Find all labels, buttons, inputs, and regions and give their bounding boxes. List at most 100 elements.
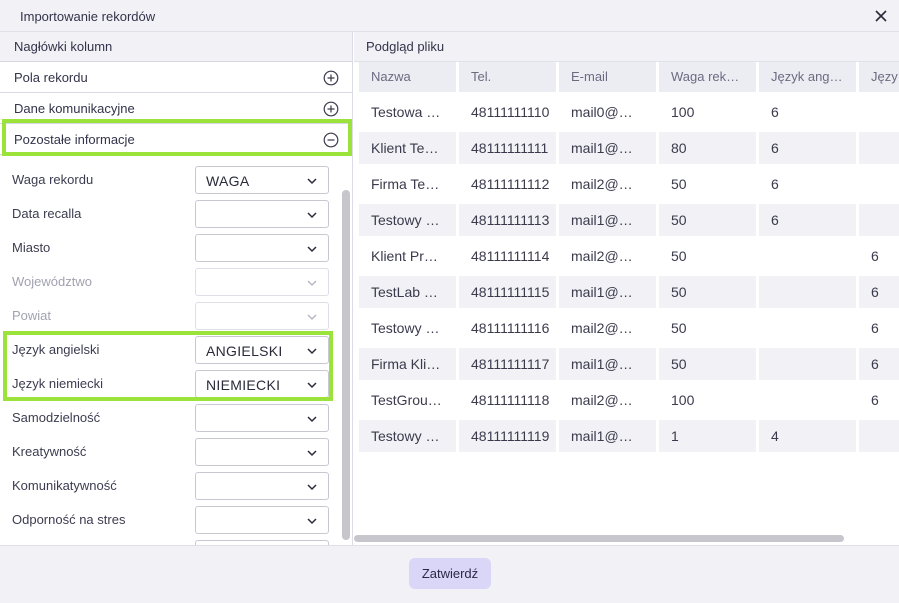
- field-mapping-row: Miasto: [0, 230, 340, 264]
- column-header[interactable]: E-mail: [559, 62, 656, 92]
- column-header[interactable]: Tel.: [459, 62, 556, 92]
- table-cell: 48111111116: [459, 312, 556, 344]
- field-label: Język angielski: [12, 342, 100, 357]
- table-cell: mail2@…: [559, 384, 656, 416]
- field-label: Język niemiecki: [12, 376, 104, 391]
- table-cell: [759, 240, 856, 272]
- table-cell: [859, 204, 899, 236]
- confirm-button[interactable]: Zatwierdź: [409, 558, 491, 589]
- column-header[interactable]: Nazwa: [359, 62, 456, 92]
- table-cell: 50: [659, 240, 756, 272]
- column-headers-panel: Nagłówki kolumn Pola rekordu Dane komuni…: [0, 32, 353, 545]
- table-cell: 48111111118: [459, 384, 556, 416]
- table-cell: [859, 168, 899, 200]
- table-cell: 6: [859, 240, 899, 272]
- import-records-dialog: Importowanie rekordów Nagłówki kolumn Po…: [0, 0, 899, 603]
- table-cell: [759, 384, 856, 416]
- section-label: Pola rekordu: [14, 70, 88, 85]
- column-header[interactable]: Waga rek…: [659, 62, 756, 92]
- chevron-down-icon: [307, 178, 317, 185]
- table-cell: 48111111115: [459, 276, 556, 308]
- column-select[interactable]: [195, 404, 329, 432]
- table-cell: Klient Te…: [359, 132, 456, 164]
- column-header[interactable]: Języ: [859, 62, 899, 92]
- table-cell: Testowy …: [359, 312, 456, 344]
- expand-plus-icon[interactable]: [323, 101, 339, 117]
- table-cell: 48111111117: [459, 348, 556, 380]
- close-icon[interactable]: [871, 6, 891, 26]
- column-select[interactable]: ANGIELSKI: [195, 336, 329, 364]
- table-cell: TestGrou…: [359, 384, 456, 416]
- section-record-fields[interactable]: Pola rekordu: [0, 62, 352, 93]
- column-select[interactable]: [195, 506, 329, 534]
- table-cell: [859, 96, 899, 128]
- table-cell: Klient Pr…: [359, 240, 456, 272]
- column-select[interactable]: [195, 472, 329, 500]
- table-cell: 80: [659, 132, 756, 164]
- table-cell: 48111111113: [459, 204, 556, 236]
- field-label: Data recalla: [12, 206, 82, 221]
- table-cell: Firma Te…: [359, 168, 456, 200]
- table-cell: 48111111114: [459, 240, 556, 272]
- table-cell: Testowy …: [359, 204, 456, 236]
- field-mapping-row: Powiat: [0, 298, 340, 332]
- table-cell: Firma Kli…: [359, 348, 456, 380]
- vertical-scrollbar[interactable]: [342, 190, 350, 540]
- expand-plus-icon[interactable]: [323, 70, 339, 86]
- field-label: Powiat: [12, 308, 52, 323]
- column-select[interactable]: [195, 200, 329, 228]
- field-mapping-row: Odporność na stres: [0, 502, 340, 536]
- chevron-down-icon: [307, 348, 317, 355]
- table-cell: 100: [659, 384, 756, 416]
- field-label: Kreatywność: [12, 444, 87, 459]
- chevron-down-icon: [307, 280, 317, 287]
- table-cell: 48111111112: [459, 168, 556, 200]
- table-cell: Testowa …: [359, 96, 456, 128]
- table-cell: mail1@…: [559, 132, 656, 164]
- dialog-title: Importowanie rekordów: [20, 9, 156, 24]
- table-cell: 48111111110: [459, 96, 556, 128]
- chevron-down-icon: [307, 450, 317, 457]
- table-cell: [759, 348, 856, 380]
- table-cell: 6: [759, 204, 856, 236]
- column-select[interactable]: [195, 234, 329, 262]
- table-cell: 6: [859, 312, 899, 344]
- horizontal-scrollbar[interactable]: [354, 535, 844, 542]
- column-select[interactable]: [195, 438, 329, 466]
- table-cell: 50: [659, 276, 756, 308]
- table-cell: 6: [859, 276, 899, 308]
- column-select[interactable]: NIEMIECKI: [195, 370, 329, 398]
- collapse-minus-icon[interactable]: [323, 132, 339, 148]
- table-cell: 1: [659, 420, 756, 452]
- section-communication-data[interactable]: Dane komunikacyjne: [0, 93, 352, 124]
- selected-column-value: ANGIELSKI: [206, 343, 283, 359]
- table-cell: 100: [659, 96, 756, 128]
- field-mapping-row: Data recalla: [0, 196, 340, 230]
- table-cell: mail0@…: [559, 96, 656, 128]
- column-select: [195, 268, 329, 296]
- chevron-down-icon: [307, 246, 317, 253]
- selected-column-value: NIEMIECKI: [206, 377, 281, 393]
- column-headers-title: Nagłówki kolumn: [14, 39, 113, 54]
- field-mapping-row: Kreatywność: [0, 434, 340, 468]
- dialog-titlebar: Importowanie rekordów: [0, 0, 899, 32]
- table-cell: mail1@…: [559, 420, 656, 452]
- column-header[interactable]: Język ang…: [759, 62, 856, 92]
- file-preview-header: Podgląd pliku: [354, 32, 899, 62]
- field-mapping-row: Samodzielność: [0, 400, 340, 434]
- file-preview-title: Podgląd pliku: [366, 39, 445, 54]
- table-cell: 48111111119: [459, 420, 556, 452]
- field-mapping-row: Język angielski ANGIELSKI: [0, 332, 340, 366]
- field-mapping-row-partial: [0, 536, 340, 545]
- section-other-information[interactable]: Pozostałe informacje: [0, 124, 352, 155]
- table-cell: 50: [659, 204, 756, 236]
- field-label: Odporność na stres: [12, 512, 126, 527]
- table-cell: 6: [859, 348, 899, 380]
- table-cell: TestLab …: [359, 276, 456, 308]
- table-cell: 6: [759, 168, 856, 200]
- column-select[interactable]: WAGA: [195, 166, 329, 194]
- table-cell: 50: [659, 312, 756, 344]
- table-cell: mail1@…: [559, 204, 656, 236]
- field-mapping-row: Język niemiecki NIEMIECKI: [0, 366, 340, 400]
- table-cell: mail2@…: [559, 240, 656, 272]
